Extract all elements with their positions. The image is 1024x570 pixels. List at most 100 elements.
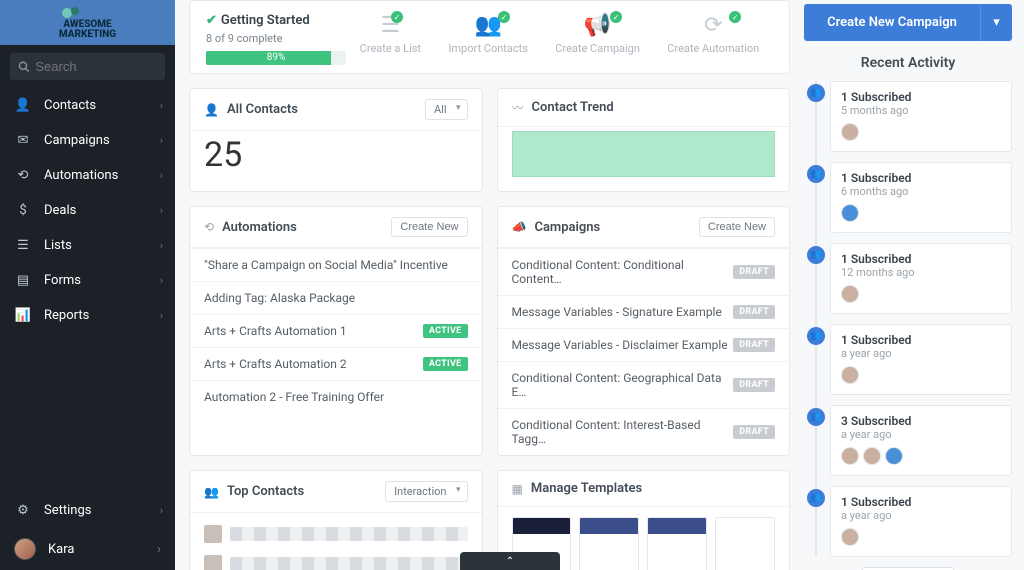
people-icon: 👥 xyxy=(807,246,825,264)
top-contact-row[interactable] xyxy=(190,549,482,570)
card-title: Top Contacts xyxy=(227,484,304,499)
top-contact-row[interactable] xyxy=(190,519,482,549)
template-thumbnail[interactable] xyxy=(579,517,639,570)
automations-icon: ⟲ xyxy=(14,168,32,183)
campaign-row[interactable]: Message Variables - Disclaimer ExampleDR… xyxy=(498,328,790,361)
sidebar: AWESOME MARKETING 👤Contacts› ✉ Campaigns ›… xyxy=(0,0,175,570)
chevron-down-icon: ▾ xyxy=(993,15,1000,30)
nav-label: Reports xyxy=(44,308,89,323)
trend-icon: 〰 xyxy=(512,99,524,116)
chevron-right-icon: › xyxy=(160,239,163,252)
automation-label: "Share a Campaign on Social Media" Incen… xyxy=(204,258,448,272)
campaigns-card: 📣 Campaigns Create New Conditional Conte… xyxy=(497,206,791,456)
progress-bar: 89% xyxy=(206,51,346,65)
avatar xyxy=(841,123,859,141)
nav-label: Campaigns xyxy=(44,133,110,148)
create-campaign-button[interactable]: Create New xyxy=(699,217,775,237)
progress-label: 89% xyxy=(267,51,286,65)
check-badge-icon: ✓ xyxy=(498,11,510,23)
automation-row[interactable]: Adding Tag: Alaska Package xyxy=(190,281,482,314)
chevron-right-icon: › xyxy=(157,542,161,557)
nav-deals[interactable]: $Deals› xyxy=(0,193,175,228)
activity-item[interactable]: 👥 3 Subscribed a year ago xyxy=(830,405,1012,476)
people-icon: 👥 xyxy=(807,84,825,102)
automation-row[interactable]: Automation 2 - Free Training Offer xyxy=(190,380,482,413)
main-nav: 👤Contacts› ✉ Campaigns › ⟲ Automations › $De… xyxy=(0,88,175,333)
chevron-right-icon: › xyxy=(160,204,163,217)
people-icon: 👥 xyxy=(807,408,825,426)
card-title: Manage Templates xyxy=(531,481,642,496)
activity-item[interactable]: 👥 1 Subscribed 12 months ago xyxy=(830,243,1012,314)
card-title: Automations xyxy=(222,220,297,235)
campaign-row[interactable]: Conditional Content: Conditional Content… xyxy=(498,248,790,295)
redacted-text xyxy=(230,557,468,570)
step-create-campaign[interactable]: 📢✓Create Campaign xyxy=(555,13,640,55)
template-thumbnail[interactable] xyxy=(647,517,707,570)
campaign-row[interactable]: Conditional Content: Interest-Based Tagg… xyxy=(498,408,790,455)
template-thumbnail[interactable] xyxy=(715,517,775,570)
right-column: Create New Campaign ▾ Recent Activity 👥 … xyxy=(804,0,1024,570)
logo-text-bottom: MARKETING xyxy=(59,30,116,40)
campaign-label: Message Variables - Signature Example xyxy=(512,305,722,319)
activity-item[interactable]: 👥 1 Subscribed a year ago xyxy=(830,324,1012,395)
activity-item[interactable]: 👥 1 Subscribed 6 months ago xyxy=(830,162,1012,233)
nav-reports[interactable]: 📊Reports› xyxy=(0,298,175,333)
search-input[interactable] xyxy=(35,59,157,74)
campaign-label: Conditional Content: Conditional Content… xyxy=(512,258,734,286)
step-create-automation[interactable]: ⟳✓Create Automation xyxy=(667,13,759,55)
people-icon: 👥 xyxy=(807,489,825,507)
avatar xyxy=(863,447,881,465)
people-icon: 👥 xyxy=(807,327,825,345)
activity-time: 12 months ago xyxy=(841,266,1001,279)
nav-lists[interactable]: ☰Lists› xyxy=(0,228,175,263)
refresh-icon: ⟳ xyxy=(667,13,759,38)
nav-contacts[interactable]: 👤Contacts› xyxy=(0,88,175,123)
nav-label: Automations xyxy=(44,168,118,183)
step-import-contacts[interactable]: 👥✓Import Contacts xyxy=(448,13,528,55)
logo-icon xyxy=(59,6,83,20)
status-badge: DRAFT xyxy=(733,425,775,439)
logo[interactable]: AWESOME MARKETING xyxy=(0,0,175,45)
step-create-list[interactable]: ☰✓Create a List xyxy=(360,13,421,55)
chevron-right-icon: › xyxy=(160,169,163,182)
step-label: Create Automation xyxy=(667,42,759,55)
forms-icon: ▤ xyxy=(14,273,32,288)
nav-settings[interactable]: ⚙Settings› xyxy=(0,493,175,528)
status-badge: DRAFT xyxy=(733,305,775,319)
user-menu[interactable]: Kara › xyxy=(0,528,175,570)
activity-title: 1 Subscribed xyxy=(841,171,1001,185)
bottom-drawer-toggle[interactable]: ⌃ xyxy=(460,552,560,570)
contacts-filter-select[interactable]: All xyxy=(425,99,468,120)
automation-row[interactable]: Arts + Crafts Automation 1ACTIVE xyxy=(190,314,482,347)
getting-started-card: ✔Getting Started 8 of 9 complete 89% ☰✓C… xyxy=(189,0,790,74)
automation-row[interactable]: Arts + Crafts Automation 2 ACTIVE xyxy=(190,347,482,380)
top-contacts-filter-select[interactable]: Interaction xyxy=(385,481,467,502)
recent-activity-title: Recent Activity xyxy=(804,55,1012,71)
campaign-row[interactable]: Conditional Content: Geographical Data E… xyxy=(498,361,790,408)
search-box[interactable] xyxy=(10,53,165,80)
campaign-row[interactable]: Message Variables - Signature Example DRA… xyxy=(498,295,790,328)
main-content: ✔Getting Started 8 of 9 complete 89% ☰✓C… xyxy=(175,0,804,570)
create-automation-button[interactable]: Create New xyxy=(391,217,467,237)
activity-time: a year ago xyxy=(841,509,1001,522)
automation-label: Arts + Crafts Automation 2 xyxy=(204,357,347,371)
create-campaign-dropdown-button[interactable]: ▾ xyxy=(980,4,1012,41)
chevron-right-icon: › xyxy=(160,134,163,147)
search-icon xyxy=(18,60,29,73)
status-badge: ACTIVE xyxy=(423,324,468,338)
top-contacts-card: 👥 Top Contacts Interaction xyxy=(189,470,483,570)
contacts-icon: 👥 xyxy=(448,13,528,38)
template-icon: ▦ xyxy=(512,482,523,496)
nav-campaigns[interactable]: ✉ Campaigns › xyxy=(0,123,175,158)
automation-row[interactable]: "Share a Campaign on Social Media" Incen… xyxy=(190,248,482,281)
campaigns-icon: ✉ xyxy=(14,133,32,148)
campaign-label: Message Variables - Disclaimer Example xyxy=(512,338,728,352)
nav-label: Forms xyxy=(44,273,81,288)
activity-item[interactable]: 👥 1 Subscribed a year ago xyxy=(830,486,1012,557)
nav-forms[interactable]: ▤Forms› xyxy=(0,263,175,298)
activity-item[interactable]: 👥 1 Subscribed 5 months ago xyxy=(830,81,1012,152)
nav-automations[interactable]: ⟲ Automations › xyxy=(0,158,175,193)
create-campaign-main-button[interactable]: Create New Campaign xyxy=(804,4,980,41)
automation-label: Automation 2 - Free Training Offer xyxy=(204,390,384,404)
status-badge: ACTIVE xyxy=(423,357,468,371)
